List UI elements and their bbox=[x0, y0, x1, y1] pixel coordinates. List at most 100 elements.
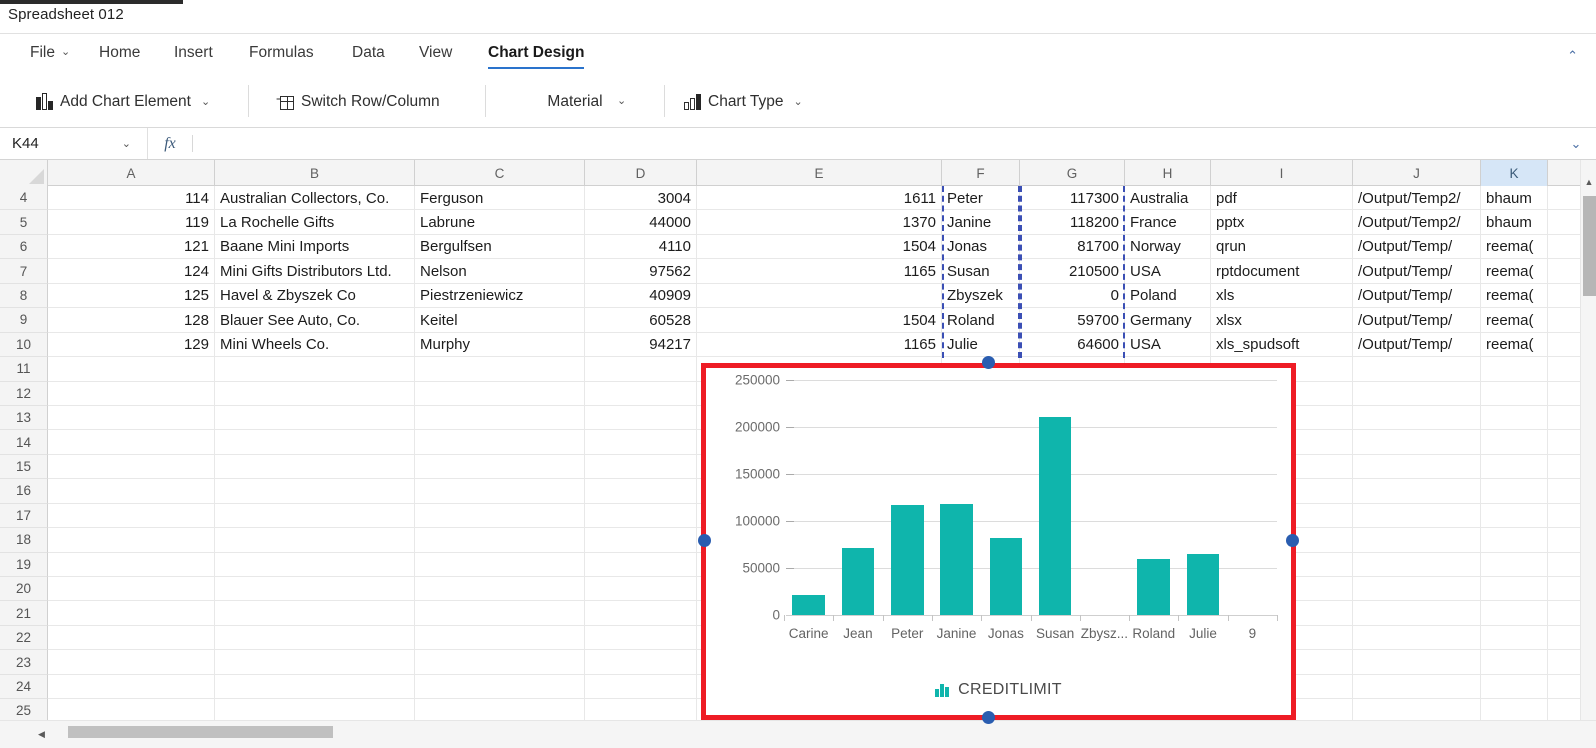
column-header-k[interactable]: K bbox=[1481, 160, 1548, 186]
cell-c25[interactable] bbox=[415, 699, 585, 720]
cell-a9[interactable]: 128 bbox=[48, 308, 215, 333]
cell-b8[interactable]: Havel & Zbyszek Co bbox=[215, 283, 415, 308]
chart-bar[interactable] bbox=[1038, 417, 1072, 615]
cell-j25[interactable] bbox=[1353, 699, 1481, 720]
cell-j14[interactable] bbox=[1353, 430, 1481, 455]
cell-i9[interactable]: xlsx bbox=[1211, 308, 1353, 333]
cell-d17[interactable] bbox=[585, 503, 697, 528]
cell-j15[interactable] bbox=[1353, 454, 1481, 479]
cell-a25[interactable] bbox=[48, 699, 215, 720]
cell-j18[interactable] bbox=[1353, 528, 1481, 553]
cell-b5[interactable]: La Rochelle Gifts bbox=[215, 210, 415, 235]
cell-a19[interactable] bbox=[48, 552, 215, 577]
cell-c18[interactable] bbox=[415, 528, 585, 553]
cell-a8[interactable]: 125 bbox=[48, 283, 215, 308]
row-header[interactable]: 12 bbox=[0, 381, 48, 406]
select-all-corner[interactable] bbox=[0, 160, 48, 186]
cell-c20[interactable] bbox=[415, 577, 585, 601]
row-header[interactable]: 10 bbox=[0, 332, 48, 358]
cell-j4[interactable]: /Output/Temp2/ bbox=[1353, 186, 1481, 210]
cell-e7[interactable]: 1165 bbox=[697, 259, 942, 284]
cell-g8[interactable]: 0 bbox=[1020, 283, 1125, 308]
row-header[interactable]: 24 bbox=[0, 674, 48, 700]
cell-c4[interactable]: Ferguson bbox=[415, 186, 585, 210]
cell-k5[interactable]: bhaum bbox=[1481, 210, 1548, 235]
cell-b6[interactable]: Baane Mini Imports bbox=[215, 234, 415, 259]
row-header[interactable]: 11 bbox=[0, 357, 48, 382]
column-header-c[interactable]: C bbox=[415, 160, 585, 186]
cell-b22[interactable] bbox=[215, 625, 415, 650]
cell-f9[interactable]: Roland bbox=[942, 308, 1020, 333]
row-header[interactable]: 5 bbox=[0, 210, 48, 235]
cell-j5[interactable]: /Output/Temp2/ bbox=[1353, 210, 1481, 235]
chart-object[interactable]: 0 50000 100000 150000 200000 250000 Carine Jean… bbox=[701, 363, 1296, 720]
cell-k16[interactable] bbox=[1481, 479, 1548, 504]
cell-f7[interactable]: Susan bbox=[942, 259, 1020, 284]
cell-d9[interactable]: 60528 bbox=[585, 308, 697, 333]
cell-i7[interactable]: rptdocument bbox=[1211, 259, 1353, 284]
cell-d12[interactable] bbox=[585, 381, 697, 406]
row-header[interactable]: 23 bbox=[0, 650, 48, 675]
cell-j12[interactable] bbox=[1353, 381, 1481, 406]
row-header[interactable]: 13 bbox=[0, 405, 48, 431]
chart-legend[interactable]: CREDITLIMIT bbox=[706, 681, 1291, 699]
cell-h5[interactable]: France bbox=[1125, 210, 1211, 235]
cell-h4[interactable]: Australia bbox=[1125, 186, 1211, 210]
ribbon-tab-data[interactable]: Data bbox=[352, 44, 385, 62]
cell-e8[interactable] bbox=[697, 283, 942, 308]
cell-j9[interactable]: /Output/Temp/ bbox=[1353, 308, 1481, 333]
chart-type-button[interactable]: Chart Type ⌄ bbox=[684, 75, 803, 128]
cell-c7[interactable]: Nelson bbox=[415, 259, 585, 284]
column-header-b[interactable]: B bbox=[215, 160, 415, 186]
ribbon-tab-insert[interactable]: Insert bbox=[174, 44, 213, 62]
cell-a16[interactable] bbox=[48, 479, 215, 504]
cell-d13[interactable] bbox=[585, 405, 697, 430]
cell-c24[interactable] bbox=[415, 674, 585, 699]
cell-k23[interactable] bbox=[1481, 650, 1548, 675]
ribbon-tab-file[interactable]: File ⌄ bbox=[30, 44, 70, 62]
chart-resize-handle-bottom[interactable] bbox=[982, 711, 995, 724]
cell-d10[interactable]: 94217 bbox=[585, 332, 697, 357]
cell-b16[interactable] bbox=[215, 479, 415, 504]
cell-k11[interactable] bbox=[1481, 357, 1548, 382]
cell-d25[interactable] bbox=[585, 699, 697, 720]
cell-b9[interactable]: Blauer See Auto, Co. bbox=[215, 308, 415, 333]
cell-c5[interactable]: Labrune bbox=[415, 210, 585, 235]
cell-k25[interactable] bbox=[1481, 699, 1548, 720]
cell-a23[interactable] bbox=[48, 650, 215, 675]
formula-input[interactable] bbox=[193, 128, 1556, 159]
cell-e10[interactable]: 1165 bbox=[697, 332, 942, 357]
cell-d5[interactable]: 44000 bbox=[585, 210, 697, 235]
chart-bar[interactable] bbox=[841, 547, 875, 615]
row-header[interactable]: 9 bbox=[0, 308, 48, 333]
ribbon-tab-view[interactable]: View bbox=[419, 44, 452, 62]
cell-a15[interactable] bbox=[48, 454, 215, 479]
vertical-scrollbar-thumb[interactable] bbox=[1583, 196, 1596, 296]
cell-k15[interactable] bbox=[1481, 454, 1548, 479]
cell-b21[interactable] bbox=[215, 601, 415, 626]
cell-f8[interactable]: Zbyszek bbox=[942, 283, 1020, 308]
cell-k9[interactable]: reema( bbox=[1481, 308, 1548, 333]
row-header[interactable]: 4 bbox=[0, 186, 48, 211]
cell-i5[interactable]: pptx bbox=[1211, 210, 1353, 235]
cell-d16[interactable] bbox=[585, 479, 697, 504]
column-header-e[interactable]: E bbox=[697, 160, 942, 186]
row-header[interactable]: 17 bbox=[0, 503, 48, 529]
cell-a14[interactable] bbox=[48, 430, 215, 455]
cell-j16[interactable] bbox=[1353, 479, 1481, 504]
cell-k10[interactable]: reema( bbox=[1481, 332, 1548, 357]
cell-b17[interactable] bbox=[215, 503, 415, 528]
cell-c13[interactable] bbox=[415, 405, 585, 430]
chart-bar[interactable] bbox=[1186, 554, 1220, 615]
cell-a4[interactable]: 114 bbox=[48, 186, 215, 210]
cell-b15[interactable] bbox=[215, 454, 415, 479]
collapse-ribbon-button[interactable]: ⌃ bbox=[1567, 48, 1578, 64]
cell-k6[interactable]: reema( bbox=[1481, 234, 1548, 259]
cell-a7[interactable]: 124 bbox=[48, 259, 215, 284]
row-header[interactable]: 15 bbox=[0, 454, 48, 480]
cell-e9[interactable]: 1504 bbox=[697, 308, 942, 333]
chart-resize-handle-top[interactable] bbox=[982, 356, 995, 369]
cell-f6[interactable]: Jonas bbox=[942, 234, 1020, 259]
column-header-a[interactable]: A bbox=[48, 160, 215, 186]
switch-row-column-button[interactable]: ⟶ Switch Row/Column bbox=[276, 75, 440, 128]
